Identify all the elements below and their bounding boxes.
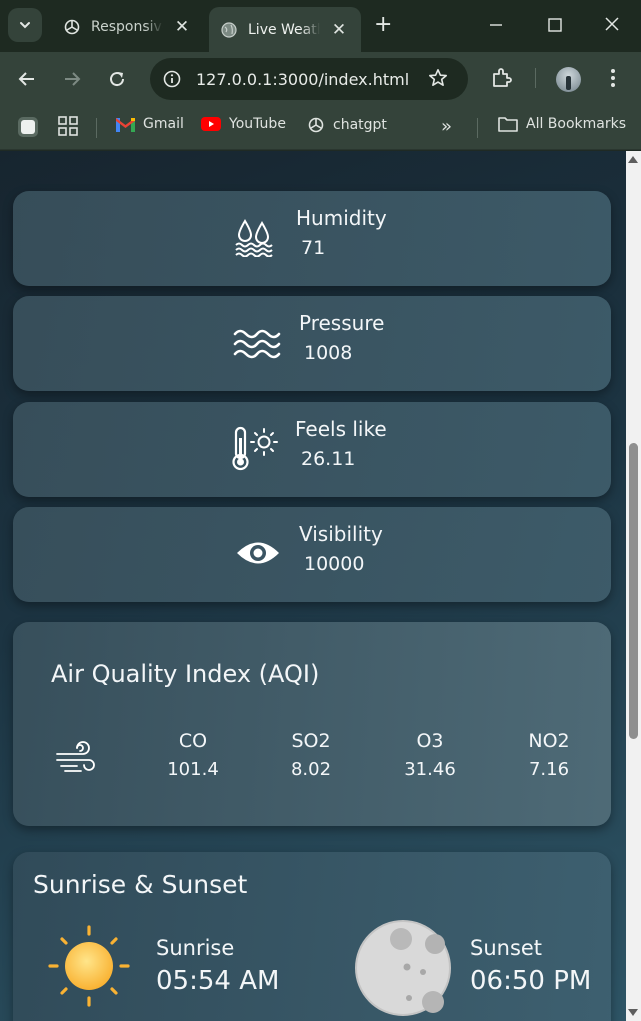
url-text: 127.0.0.1:3000/index.html	[196, 69, 410, 89]
visibility-card: Visibility 10000	[13, 507, 611, 602]
back-icon[interactable]	[16, 68, 38, 90]
toolbar: 127.0.0.1:3000/index.html	[0, 52, 641, 106]
site-info-icon[interactable]	[162, 69, 182, 89]
bookmark-label: chatgpt	[333, 117, 387, 133]
aqi-component-name: CO	[178, 730, 208, 752]
forward-icon[interactable]	[61, 68, 83, 90]
thermometer-sun-icon	[231, 426, 281, 476]
close-icon[interactable]: ✕	[330, 20, 348, 40]
aqi-component-value: 8.02	[290, 759, 332, 780]
address-bar[interactable]: 127.0.0.1:3000/index.html	[150, 58, 468, 100]
stat-value: 1008	[304, 342, 353, 364]
openai-icon	[307, 116, 325, 134]
aqi-component-co: CO 101.4	[153, 730, 233, 780]
bookmark-label: Gmail	[143, 116, 184, 132]
new-tab-icon[interactable]: +	[374, 12, 392, 37]
page-viewport: Humidity 71 Pressure 1008 Feels like 26.…	[0, 151, 626, 1021]
tab-title: Live Weath	[248, 21, 320, 38]
humidity-icon	[234, 217, 274, 261]
close-icon[interactable]: ✕	[173, 17, 191, 37]
humidity-card: Humidity 71	[13, 191, 611, 286]
sunrise-label: Sunrise	[156, 936, 235, 960]
tab-search-button[interactable]	[8, 8, 42, 42]
toolbar-divider	[535, 68, 536, 88]
aqi-component-o3: O3 31.46	[390, 730, 470, 780]
pressure-card: Pressure 1008	[13, 296, 611, 391]
eye-icon	[235, 538, 281, 572]
page-scrollbar[interactable]	[626, 151, 641, 1021]
bookmark-youtube[interactable]: YouTube	[201, 116, 286, 132]
aqi-card: Air Quality Index (AQI) CO 101.4 SO2 8.0…	[13, 622, 611, 826]
stat-value: 10000	[304, 553, 365, 575]
aqi-component-value: 31.46	[404, 759, 456, 780]
moon-icon	[355, 920, 455, 1021]
extensions-icon[interactable]	[490, 66, 514, 94]
tab-strip: Responsive ✕ Live Weath ✕ +	[0, 0, 641, 52]
bookmarks-divider	[477, 118, 478, 138]
stat-label: Humidity	[296, 206, 387, 230]
globe-icon	[219, 20, 239, 40]
bookmarks-bar: Gmail YouTube chatgpt » All Bookmarks	[0, 106, 641, 150]
aqi-component-no2: NO2 7.16	[509, 730, 589, 780]
close-window-icon[interactable]	[604, 14, 620, 40]
bookmark-chatgpt[interactable]: chatgpt	[307, 116, 387, 134]
menu-kebab-icon[interactable]	[606, 66, 620, 94]
chevron-down-icon	[20, 22, 30, 29]
feels-like-card: Feels like 26.11	[13, 402, 611, 497]
gmail-icon	[116, 117, 135, 132]
aqi-component-name: O3	[416, 730, 444, 752]
apps-grid-icon[interactable]	[58, 116, 78, 136]
bookmark-gmail[interactable]: Gmail	[116, 116, 184, 132]
bookmark-label: YouTube	[229, 116, 286, 132]
sunset-label: Sunset	[470, 936, 543, 960]
scroll-up-icon[interactable]	[628, 156, 638, 163]
scrollbar-thumb[interactable]	[629, 443, 638, 739]
aqi-component-name: NO2	[528, 730, 570, 752]
openai-icon	[62, 17, 82, 37]
profile-avatar[interactable]	[556, 67, 581, 92]
folder-icon	[498, 116, 518, 132]
stat-label: Feels like	[295, 417, 387, 441]
all-bookmarks-folder[interactable]: All Bookmarks	[498, 116, 626, 132]
bookmark-star-icon[interactable]	[428, 68, 448, 92]
stat-label: Visibility	[299, 522, 383, 546]
reload-icon[interactable]	[106, 68, 128, 90]
wind-icon	[55, 740, 99, 778]
youtube-icon	[201, 117, 221, 131]
sunset-time: 06:50 PM	[470, 966, 592, 996]
tab-responsive[interactable]: Responsive ✕	[58, 7, 191, 47]
maximize-icon[interactable]	[547, 14, 563, 40]
aqi-component-value: 101.4	[167, 759, 219, 780]
tab-live-weather[interactable]: Live Weath ✕	[209, 7, 361, 52]
all-bookmarks-label: All Bookmarks	[526, 116, 627, 132]
wind-waves-icon	[233, 326, 281, 366]
sunrise-time: 05:54 AM	[156, 966, 280, 996]
stat-value: 26.11	[301, 448, 356, 470]
aqi-component-so2: SO2 8.02	[271, 730, 351, 780]
more-bookmarks-icon[interactable]: »	[441, 116, 452, 137]
aqi-component-name: SO2	[291, 730, 331, 752]
sun-icon	[47, 924, 131, 1012]
tab-title: Responsive	[91, 19, 163, 35]
tab-group-icon[interactable]	[16, 115, 40, 139]
minimize-icon[interactable]	[489, 14, 503, 40]
aqi-title: Air Quality Index (AQI)	[51, 660, 320, 688]
sunrise-sunset-card: Sunrise & Sunset Sunrise 05:54 AM Sunset…	[13, 852, 611, 1021]
aqi-component-value: 7.16	[528, 759, 570, 780]
scroll-down-icon[interactable]	[628, 1009, 638, 1016]
stat-label: Pressure	[299, 311, 385, 335]
bookmarks-divider	[96, 118, 97, 138]
stat-value: 71	[301, 237, 326, 259]
sun-title: Sunrise & Sunset	[33, 870, 248, 899]
